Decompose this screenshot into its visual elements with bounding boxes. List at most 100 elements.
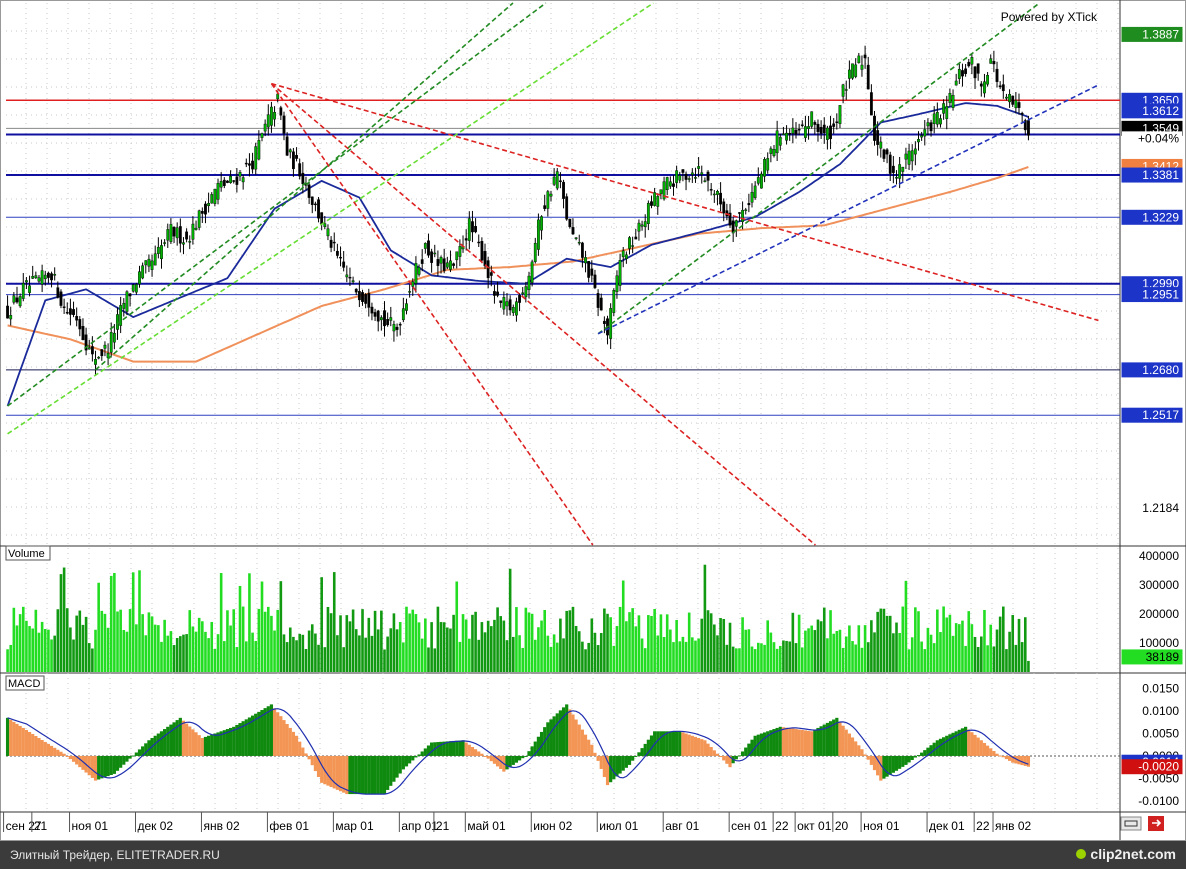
volume-bar: [643, 648, 647, 672]
candle-body: [829, 125, 832, 140]
candle-body: [907, 150, 911, 165]
candle-body: [398, 323, 402, 326]
settings-icon[interactable]: [1120, 816, 1142, 831]
macd-histogram-bar: [207, 735, 211, 756]
candle-body: [530, 261, 534, 283]
volume-bar: [373, 610, 377, 672]
volume-bar: [593, 632, 597, 672]
time-axis-label: сен 01: [731, 819, 767, 833]
trendline: [270, 82, 816, 546]
macd-histogram-bar: [806, 730, 811, 756]
macd-histogram-bar: [320, 755, 324, 783]
candle-body: [989, 58, 993, 64]
volume-bar: [229, 625, 232, 672]
brand-dot-icon: [1076, 849, 1087, 859]
volume-bar: [452, 614, 455, 672]
volume-bar: [53, 635, 56, 672]
volume-bar: [892, 633, 895, 672]
volume-bar: [967, 611, 971, 672]
volume-bar: [625, 621, 628, 672]
volume-bar: [810, 625, 813, 672]
candle-body: [533, 242, 537, 262]
macd-histogram-bar: [888, 755, 892, 775]
volume-bar: [301, 634, 305, 672]
volume-bar: [694, 640, 697, 672]
candle-body: [979, 83, 983, 87]
candle-body: [147, 258, 151, 267]
candle-body: [628, 237, 631, 249]
candle-body: [292, 151, 295, 170]
candle-body: [229, 175, 232, 184]
macd-histogram-bar: [555, 713, 559, 756]
volume-bar: [634, 626, 638, 672]
candle-body: [103, 344, 107, 349]
macd-histogram-bar: [131, 755, 135, 757]
candle-body: [373, 312, 377, 317]
time-axis-label: 22: [976, 819, 990, 833]
volume-bar: [637, 615, 641, 672]
volume-bar: [84, 616, 88, 672]
volume-bar: [235, 647, 239, 672]
candle-body: [678, 175, 682, 181]
volume-bar: [530, 613, 534, 672]
candle-body: [348, 276, 352, 279]
volume-bar: [15, 625, 19, 672]
candle-body: [942, 103, 946, 114]
macd-histogram-bar: [508, 755, 512, 768]
volume-bar: [778, 645, 782, 672]
volume-last-label: 38189: [1146, 650, 1180, 664]
footer-bar: Элитный Трейдер, ELITETRADER.RU clip2net…: [0, 841, 1186, 869]
macd-histogram-bar: [194, 732, 198, 756]
candle-body: [329, 239, 333, 248]
macd-histogram-bar: [762, 732, 767, 756]
volume-bar: [691, 637, 694, 672]
macd-histogram-bar: [678, 731, 682, 756]
volume-bar: [609, 617, 612, 672]
macd-histogram-bar: [370, 755, 374, 795]
candle-body: [574, 237, 578, 239]
candle-body: [800, 124, 804, 126]
volume-bar: [6, 649, 9, 672]
macd-histogram-bar: [65, 755, 69, 757]
volume-bar: [782, 640, 785, 672]
candle-body: [47, 272, 50, 278]
candle-body: [244, 162, 248, 165]
exit-icon[interactable]: [1148, 816, 1164, 831]
time-axis-label: 21: [34, 819, 48, 833]
volume-bar: [204, 631, 207, 672]
candle-body: [81, 326, 85, 341]
candle-body: [50, 273, 53, 281]
brand-logo[interactable]: clip2net.com: [1076, 846, 1176, 862]
candle-body: [917, 139, 920, 143]
volume-bar: [455, 581, 459, 672]
macd-histogram-bar: [810, 731, 814, 756]
volume-bar: [263, 611, 267, 672]
candle-body: [747, 203, 751, 206]
candle-body: [128, 293, 132, 297]
candle-body: [540, 216, 543, 231]
volume-bar: [521, 647, 525, 672]
macd-histogram-bar: [904, 755, 908, 765]
volume-bar: [675, 619, 678, 672]
volume-bar: [1020, 642, 1024, 672]
volume-bar: [860, 647, 864, 672]
candle-body: [194, 227, 198, 230]
macd-histogram-bar: [709, 746, 713, 756]
volume-axis-tick: 100000: [1139, 636, 1179, 650]
volume-bar: [323, 647, 327, 672]
macd-histogram-bar: [103, 755, 107, 778]
volume-bar: [12, 607, 16, 672]
macd-histogram-bar: [1020, 755, 1024, 766]
macd-histogram-bar: [587, 739, 591, 756]
macd-histogram-bar: [59, 751, 63, 756]
macd-histogram-bar: [891, 755, 895, 773]
candle-body: [188, 241, 192, 243]
candle-body: [216, 182, 220, 200]
chart-window: сен 27 21 ноя 01 дек 02 янв 02 фев 01 мар 01 ап…: [0, 0, 1186, 869]
volume-bar: [669, 629, 672, 672]
volume-bar: [266, 606, 270, 672]
volume-bar: [750, 646, 754, 672]
volume-bar: [282, 634, 286, 672]
candle-body: [983, 81, 986, 94]
volume-bar: [367, 617, 371, 672]
